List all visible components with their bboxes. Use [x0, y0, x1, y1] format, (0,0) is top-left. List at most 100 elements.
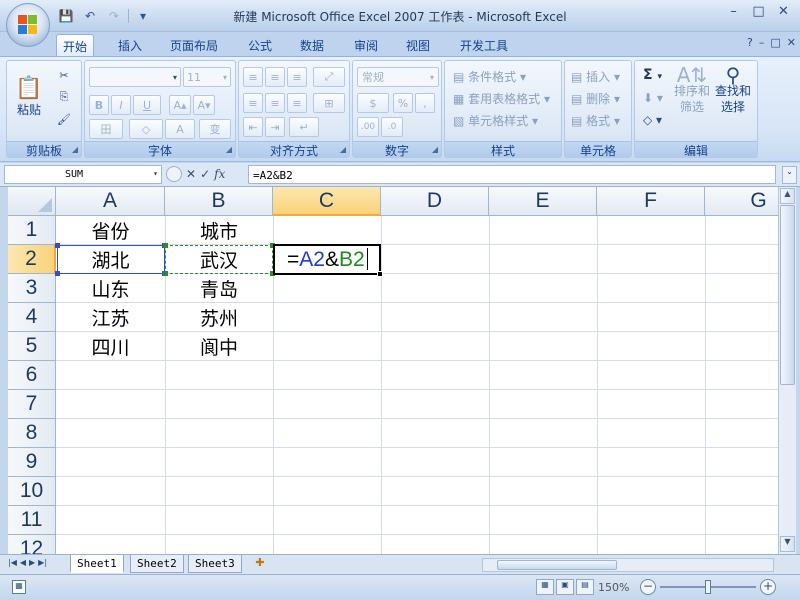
tab-home[interactable]: 开始: [56, 34, 95, 56]
currency-button[interactable]: $: [357, 93, 389, 113]
ribbon-close-button[interactable]: ✕: [787, 36, 796, 49]
vertical-scroll-thumb[interactable]: [780, 205, 795, 385]
insert-cells-button[interactable]: ▤ 插入 ▾: [571, 68, 620, 85]
fill-icon[interactable]: ⬇ ▾: [643, 91, 663, 105]
next-sheet-icon[interactable]: ▶: [29, 558, 35, 567]
column-header-g[interactable]: G: [705, 187, 778, 216]
maximize-button[interactable]: □: [746, 1, 771, 21]
orientation-icon[interactable]: ⤢: [313, 67, 345, 87]
last-sheet-icon[interactable]: ▶|: [38, 558, 47, 567]
clear-icon[interactable]: ◇ ▾: [643, 113, 662, 127]
cell-b5[interactable]: 阆中: [165, 332, 273, 361]
dialog-launcher-icon[interactable]: ◢: [340, 145, 346, 154]
align-right-icon[interactable]: ≡: [287, 93, 307, 113]
row-header-11[interactable]: 11: [8, 506, 56, 535]
office-button[interactable]: [6, 3, 50, 47]
row-header-5[interactable]: 5: [8, 332, 56, 361]
ribbon-restore-button[interactable]: □: [770, 36, 780, 49]
row-header-10[interactable]: 10: [8, 477, 56, 506]
cell-a5[interactable]: 四川: [56, 332, 165, 361]
cell-a4[interactable]: 江苏: [56, 303, 165, 332]
cut-icon[interactable]: ✂: [53, 65, 75, 85]
zoom-slider-knob[interactable]: [705, 580, 711, 594]
vertical-scrollbar[interactable]: ▲ ▼: [778, 187, 796, 554]
underline-button[interactable]: U: [133, 95, 161, 115]
percent-button[interactable]: %: [393, 93, 413, 113]
format-as-table-button[interactable]: ▦ 套用表格格式 ▾: [453, 90, 550, 107]
merge-center-icon[interactable]: ⊞: [313, 93, 345, 113]
align-bottom-icon[interactable]: ≡: [287, 67, 307, 87]
zoom-out-button[interactable]: −: [640, 579, 656, 595]
bold-button[interactable]: B: [89, 95, 109, 115]
expand-formula-bar-icon[interactable]: ⌄: [782, 166, 797, 184]
cell-b3[interactable]: 青岛: [165, 274, 273, 303]
column-header-c[interactable]: C: [273, 187, 381, 216]
worksheet-grid[interactable]: A B C D E F G 1 2 3 4 5 6 7 8 9 10 11 12…: [8, 187, 778, 554]
row-header-3[interactable]: 3: [8, 274, 56, 303]
row-header-1[interactable]: 1: [8, 216, 56, 245]
sheet-tab-sheet2[interactable]: Sheet2: [130, 555, 184, 573]
row-header-7[interactable]: 7: [8, 390, 56, 419]
close-button[interactable]: ✕: [771, 1, 796, 21]
row-header-12[interactable]: 12: [8, 535, 56, 554]
row-header-9[interactable]: 9: [8, 448, 56, 477]
tab-view[interactable]: 视图: [400, 34, 436, 56]
fill-handle[interactable]: [377, 271, 383, 277]
autosum-button[interactable]: Σ ▾: [643, 67, 662, 83]
align-center-icon[interactable]: ≡: [265, 93, 285, 113]
page-break-view-icon[interactable]: ▤: [576, 579, 594, 595]
delete-cells-button[interactable]: ▤ 删除 ▾: [571, 90, 620, 107]
cell-styles-button[interactable]: ▧ 单元格样式 ▾: [453, 112, 538, 129]
help-icon[interactable]: ?: [747, 36, 753, 49]
font-color-button[interactable]: A: [165, 119, 195, 139]
horizontal-scroll-thumb[interactable]: [497, 560, 617, 570]
row-header-2[interactable]: 2: [8, 245, 56, 274]
conditional-format-button[interactable]: ▤ 条件格式 ▾: [453, 68, 526, 85]
align-top-icon[interactable]: ≡: [243, 67, 263, 87]
cell-b4[interactable]: 苏州: [165, 303, 273, 332]
paste-button[interactable]: 📋 粘贴: [13, 65, 45, 129]
cell-a3[interactable]: 山东: [56, 274, 165, 303]
sheet-tab-sheet1[interactable]: Sheet1: [70, 555, 124, 573]
find-select-button[interactable]: ⚲ 查找和选择: [713, 65, 753, 115]
page-layout-view-icon[interactable]: ▣: [556, 579, 574, 595]
copy-icon[interactable]: ⎘: [53, 87, 75, 107]
select-all-button[interactable]: [8, 187, 56, 216]
phonetic-button[interactable]: 变: [199, 119, 231, 139]
row-header-4[interactable]: 4: [8, 303, 56, 332]
dialog-launcher-icon[interactable]: ◢: [432, 145, 438, 154]
tab-data[interactable]: 数据: [294, 34, 330, 56]
tab-review[interactable]: 审阅: [348, 34, 384, 56]
column-header-f[interactable]: F: [597, 187, 705, 216]
column-header-a[interactable]: A: [56, 187, 165, 216]
row-header-8[interactable]: 8: [8, 419, 56, 448]
scroll-up-icon[interactable]: ▲: [780, 188, 795, 204]
ribbon-minimize-button[interactable]: –: [759, 36, 765, 49]
insert-sheet-icon[interactable]: ✚: [250, 556, 270, 572]
comma-button[interactable]: ,: [415, 93, 435, 113]
dialog-launcher-icon[interactable]: ◢: [226, 145, 232, 154]
sort-filter-button[interactable]: A⇅ 排序和筛选: [673, 65, 711, 115]
macro-record-icon[interactable]: ▦: [12, 580, 26, 594]
tab-developer[interactable]: 开发工具: [454, 34, 514, 56]
name-box[interactable]: SUM ▾: [4, 165, 162, 184]
format-painter-icon[interactable]: 🖌: [53, 109, 75, 129]
zoom-level[interactable]: 150%: [598, 581, 629, 594]
cell-a1[interactable]: 省份: [56, 216, 165, 245]
shrink-font-button[interactable]: A▾: [193, 95, 215, 115]
decrease-decimal-button[interactable]: .0: [381, 117, 403, 137]
normal-view-icon[interactable]: ▦: [536, 579, 554, 595]
align-left-icon[interactable]: ≡: [243, 93, 263, 113]
border-button[interactable]: 田: [89, 119, 123, 139]
decrease-indent-icon[interactable]: ⇤: [243, 117, 263, 137]
dialog-launcher-icon[interactable]: ◢: [72, 145, 78, 154]
tab-formulas[interactable]: 公式: [242, 34, 278, 56]
format-cells-button[interactable]: ▤ 格式 ▾: [571, 112, 620, 129]
column-header-d[interactable]: D: [381, 187, 489, 216]
column-header-e[interactable]: E: [489, 187, 597, 216]
chevron-down-icon[interactable]: ▾: [153, 169, 158, 178]
prev-sheet-icon[interactable]: ◀: [20, 558, 26, 567]
italic-button[interactable]: I: [111, 95, 131, 115]
font-size-select[interactable]: 11 ▾: [183, 67, 231, 87]
zoom-in-button[interactable]: +: [760, 579, 776, 595]
